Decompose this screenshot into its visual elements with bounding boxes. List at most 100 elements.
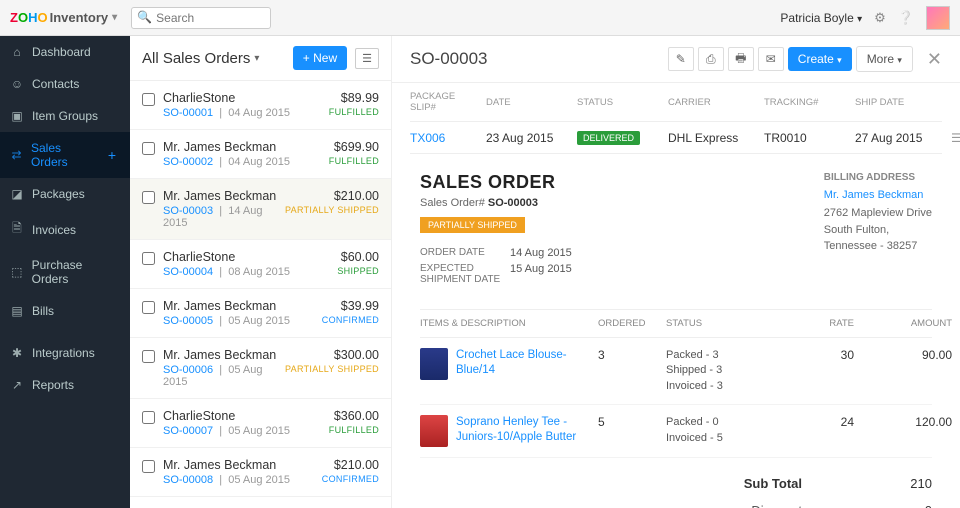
billing-address: BILLING ADDRESS Mr. James Beckman 2762 M… <box>824 172 932 289</box>
edit-icon[interactable]: ✎ <box>668 47 694 71</box>
nav-icon: ▣ <box>10 109 24 123</box>
close-icon[interactable]: ✕ <box>927 49 942 70</box>
help-icon[interactable]: ❔ <box>898 10 914 26</box>
list-item[interactable]: Mr. James BeckmanSO-00006 | 05 Aug 2015$… <box>130 338 391 399</box>
print-icon[interactable]: 🖶 <box>728 47 754 71</box>
row-checkbox[interactable] <box>142 350 155 363</box>
sidebar-item-invoices[interactable]: 🗎Invoices <box>0 210 130 249</box>
user-menu[interactable]: Patricia Boyle ▾ <box>780 11 862 25</box>
subtotal-label: Sub Total <box>722 476 842 491</box>
row-checkbox[interactable] <box>142 460 155 473</box>
list-item[interactable]: CharlieStoneSO-00007 | 05 Aug 2015$360.0… <box>130 399 391 448</box>
sidebar-item-item-groups[interactable]: ▣Item Groups <box>0 100 130 132</box>
list-title[interactable]: All Sales Orders <box>142 50 250 67</box>
chevron-down-icon: ▾ <box>857 14 862 25</box>
sidebar-item-reports[interactable]: ↗Reports <box>0 369 130 401</box>
chevron-down-icon: ▾ <box>837 55 842 65</box>
package-slip-link[interactable]: TX006 <box>410 131 480 145</box>
status-text: PARTIALLY SHIPPED <box>285 205 379 215</box>
topbar: ZOHO Inventory ▾ 🔍 Patricia Boyle ▾ ⚙ ❔ <box>0 0 960 36</box>
row-checkbox[interactable] <box>142 142 155 155</box>
list-item[interactable]: CharlieStoneSO-00001 | 04 Aug 2015$89.99… <box>130 81 391 130</box>
gear-icon[interactable]: ⚙ <box>874 10 886 26</box>
shipment-row[interactable]: TX006 23 Aug 2015 DELIVERED DHL Express … <box>410 122 942 154</box>
search-icon: 🔍 <box>137 10 152 24</box>
list-menu-icon[interactable]: ☰ <box>355 48 379 69</box>
billing-name-link[interactable]: Mr. James Beckman <box>824 189 932 201</box>
status-text: FULFILLED <box>329 107 379 117</box>
nav-icon: ⇄ <box>10 148 23 162</box>
item-link[interactable]: Soprano Henley Tee - Juniors-10/Apple Bu… <box>456 415 590 447</box>
row-checkbox[interactable] <box>142 191 155 204</box>
order-link[interactable]: SO-00006 <box>163 364 213 376</box>
status-text: CONFIRMED <box>322 474 379 484</box>
status-text: FULFILLED <box>329 156 379 166</box>
list-item[interactable]: Mr. James BeckmanSO-00003 | 14 Aug 2015$… <box>130 179 391 240</box>
sidebar-item-bills[interactable]: ▤Bills <box>0 295 130 327</box>
sidebar-item-integrations[interactable]: ✱Integrations <box>0 337 130 369</box>
add-icon[interactable]: + <box>104 147 120 163</box>
sidebar-item-contacts[interactable]: ☺Contacts <box>0 68 130 100</box>
chevron-down-icon: ▾ <box>254 53 259 64</box>
chevron-down-icon: ▾ <box>897 55 902 65</box>
sidebar-item-sales-orders[interactable]: ⇄Sales Orders+ <box>0 132 130 178</box>
order-number: Sales Order# SO-00003 <box>420 197 572 209</box>
status-badge: PARTIALLY SHIPPED <box>420 217 525 233</box>
detail-pane: SO-00003 ✎ ⎙ 🖶 ✉ Create ▾ More ▾ ✕ PACKA… <box>392 36 960 508</box>
nav-icon: ▤ <box>10 304 24 318</box>
order-link[interactable]: SO-00005 <box>163 315 213 327</box>
order-link[interactable]: SO-00004 <box>163 266 213 278</box>
nav-icon: ⌂ <box>10 45 24 59</box>
pdf-icon[interactable]: ⎙ <box>698 47 724 71</box>
status-text: FULFILLED <box>329 425 379 435</box>
nav-icon: ⬚ <box>10 265 24 279</box>
sidebar-item-packages[interactable]: ◪Packages <box>0 178 130 210</box>
brand-caret-icon: ▾ <box>112 12 117 23</box>
item-row: Crochet Lace Blouse-Blue/143Packed - 3Sh… <box>420 338 932 405</box>
status-text: SHIPPED <box>337 266 379 276</box>
create-button[interactable]: Create ▾ <box>788 47 852 71</box>
order-link[interactable]: SO-00002 <box>163 156 213 168</box>
order-link[interactable]: SO-00001 <box>163 107 213 119</box>
row-checkbox[interactable] <box>142 93 155 106</box>
mail-icon[interactable]: ✉ <box>758 47 784 71</box>
list-item[interactable]: Mr. Jeremy MillerSO-00009 | 05 Aug 2015$… <box>130 497 391 508</box>
status-text: CONFIRMED <box>322 315 379 325</box>
order-link[interactable]: SO-00003 <box>163 205 213 217</box>
items-header: ITEMS & DESCRIPTION ORDERED STATUS RATE … <box>420 309 932 338</box>
order-link[interactable]: SO-00008 <box>163 474 213 486</box>
status-text: PARTIALLY SHIPPED <box>285 364 379 374</box>
logo[interactable]: ZOHO Inventory ▾ <box>10 10 117 25</box>
status-badge: DELIVERED <box>577 131 640 145</box>
sidebar-item-dashboard[interactable]: ⌂Dashboard <box>0 36 130 68</box>
list-item[interactable]: CharlieStoneSO-00004 | 08 Aug 2015$60.00… <box>130 240 391 289</box>
row-menu-icon[interactable]: ☰ <box>951 131 960 145</box>
nav-icon: ☺ <box>10 77 24 91</box>
item-link[interactable]: Crochet Lace Blouse-Blue/14 <box>456 348 590 380</box>
more-button[interactable]: More ▾ <box>856 46 913 72</box>
nav-icon: ✱ <box>10 346 24 360</box>
search-wrap: 🔍 <box>131 7 271 29</box>
row-checkbox[interactable] <box>142 252 155 265</box>
list-item[interactable]: Mr. James BeckmanSO-00008 | 05 Aug 2015$… <box>130 448 391 497</box>
list-column: All Sales Orders ▾ + New ☰ CharlieStoneS… <box>130 36 392 508</box>
sidebar-item-purchase-orders[interactable]: ⬚Purchase Orders <box>0 249 130 295</box>
list-item[interactable]: Mr. James BeckmanSO-00002 | 04 Aug 2015$… <box>130 130 391 179</box>
nav-icon: ↗ <box>10 378 24 392</box>
avatar[interactable] <box>926 6 950 30</box>
item-thumbnail <box>420 348 448 380</box>
item-row: Soprano Henley Tee - Juniors-10/Apple Bu… <box>420 405 932 458</box>
item-thumbnail <box>420 415 448 447</box>
row-checkbox[interactable] <box>142 301 155 314</box>
discount-label: Discount <box>722 503 842 508</box>
search-input[interactable] <box>131 7 271 29</box>
list-item[interactable]: Mr. James BeckmanSO-00005 | 05 Aug 2015$… <box>130 289 391 338</box>
row-checkbox[interactable] <box>142 411 155 424</box>
sidebar: ⌂Dashboard☺Contacts▣Item Groups⇄Sales Or… <box>0 36 130 508</box>
shipment-header: PACKAGE SLIP# DATE STATUS CARRIER TRACKI… <box>410 83 942 122</box>
detail-title: SO-00003 <box>410 49 488 69</box>
order-heading: SALES ORDER <box>420 172 572 193</box>
new-button[interactable]: + New <box>293 46 347 70</box>
order-link[interactable]: SO-00007 <box>163 425 213 437</box>
nav-icon: 🗎 <box>10 219 24 240</box>
